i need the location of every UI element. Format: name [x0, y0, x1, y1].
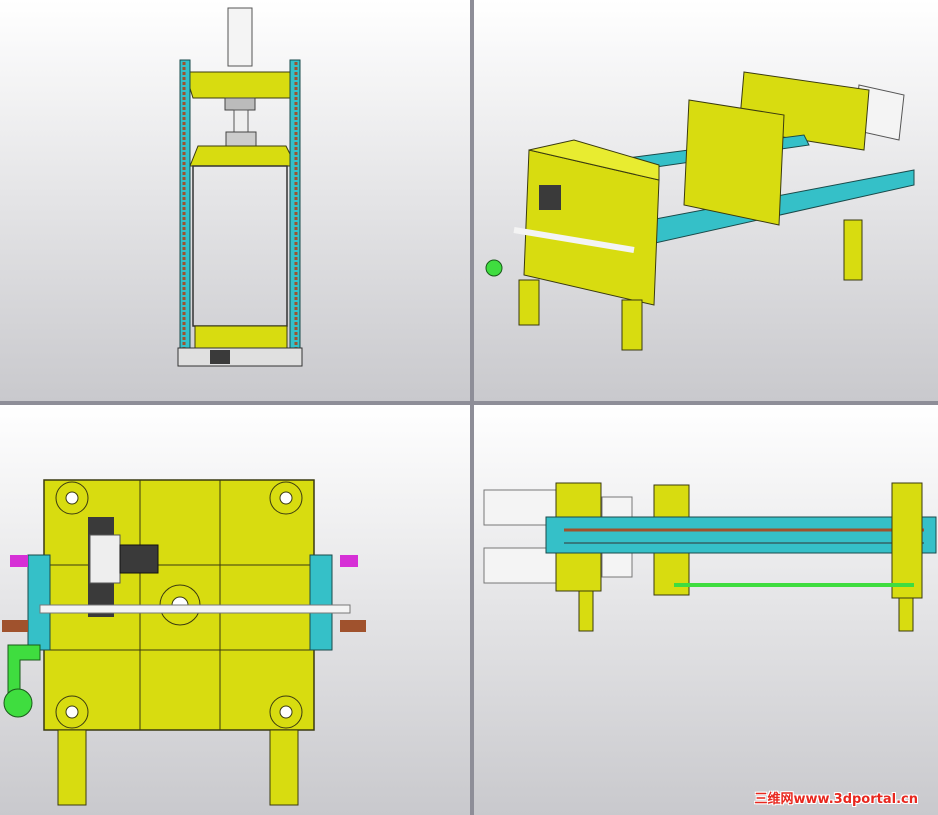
viewport-side-view[interactable]: [474, 405, 938, 815]
viewport-divider-vertical[interactable]: [470, 0, 474, 815]
watermark-text: 三维网www.3dportal.cn: [754, 792, 918, 807]
top-view-model: [177, 7, 303, 367]
viewport-divider-horizontal[interactable]: [0, 401, 938, 405]
viewport-top-view[interactable]: [0, 0, 470, 401]
side-view-model: [483, 482, 937, 632]
viewport-isometric-view[interactable]: [474, 0, 938, 401]
front-view-model: [2, 479, 366, 806]
isometric-view-model: [485, 71, 915, 351]
viewport-front-view[interactable]: [0, 405, 470, 815]
